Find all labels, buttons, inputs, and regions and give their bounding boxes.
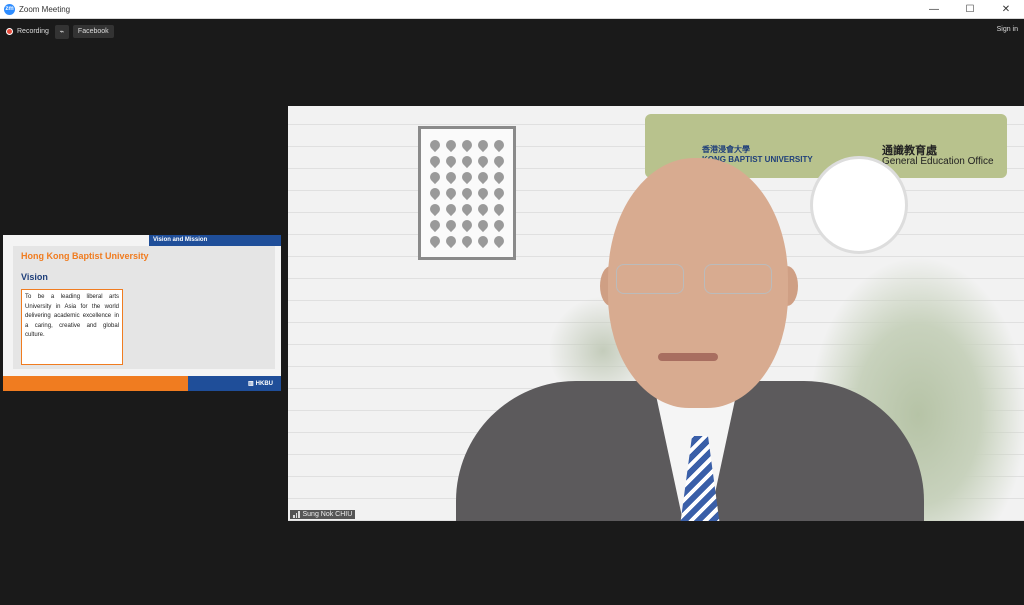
facebook-live-button[interactable]: Facebook bbox=[72, 25, 114, 38]
recording-indicator[interactable]: Recording bbox=[6, 28, 49, 35]
slide-title: Hong Kong Baptist University bbox=[21, 251, 149, 261]
maximize-button[interactable]: ☐ bbox=[952, 0, 988, 19]
wall-clock-icon bbox=[810, 156, 908, 254]
participant-name-tag: Sung Nok CHIU bbox=[290, 510, 356, 519]
hkbu-logo-text: HKBU bbox=[255, 380, 273, 387]
banner-office-en: General Education Office bbox=[882, 156, 994, 167]
recording-label: Recording bbox=[17, 28, 49, 35]
sign-in-link[interactable]: Sign in bbox=[997, 26, 1018, 33]
hkbu-logo-icon: ▥ bbox=[247, 381, 254, 387]
slide-heading: Vision bbox=[21, 272, 48, 282]
speaker-mouth bbox=[658, 353, 718, 361]
recording-icon bbox=[6, 28, 13, 35]
meeting-toolbar: Recording ⌁ Facebook bbox=[0, 19, 1024, 44]
live-stream-button[interactable]: ⌁ bbox=[54, 24, 69, 39]
slide-tab: Vision and Mission bbox=[149, 235, 281, 246]
title-bar: zm Zoom Meeting — ☐ ✕ bbox=[0, 0, 1024, 19]
signal-strength-icon bbox=[293, 511, 300, 518]
participant-video[interactable]: 香港浸會大學 KONG BAPTIST UNIVERSITY 通識教育處 Gene… bbox=[288, 106, 1024, 521]
participant-name: Sung Nok CHIU bbox=[302, 511, 353, 518]
shared-screen[interactable]: Vision and Mission Hong Kong Baptist Uni… bbox=[3, 235, 281, 391]
heart-frame-decoration bbox=[418, 126, 516, 260]
vision-statement: To be a leading liberal arts University … bbox=[21, 289, 123, 365]
slide-content: Hong Kong Baptist University Vision To b… bbox=[13, 246, 275, 369]
broadcast-icon: ⌁ bbox=[59, 27, 65, 36]
minimize-button[interactable]: — bbox=[916, 0, 952, 19]
slide-footer-bar bbox=[3, 376, 188, 391]
window-title: Zoom Meeting bbox=[19, 4, 71, 14]
slide-footer-logo: ▥ HKBU bbox=[188, 376, 281, 391]
speaker-glasses bbox=[616, 264, 781, 298]
zoom-app-icon: zm bbox=[4, 3, 15, 15]
close-button[interactable]: ✕ bbox=[988, 0, 1024, 19]
